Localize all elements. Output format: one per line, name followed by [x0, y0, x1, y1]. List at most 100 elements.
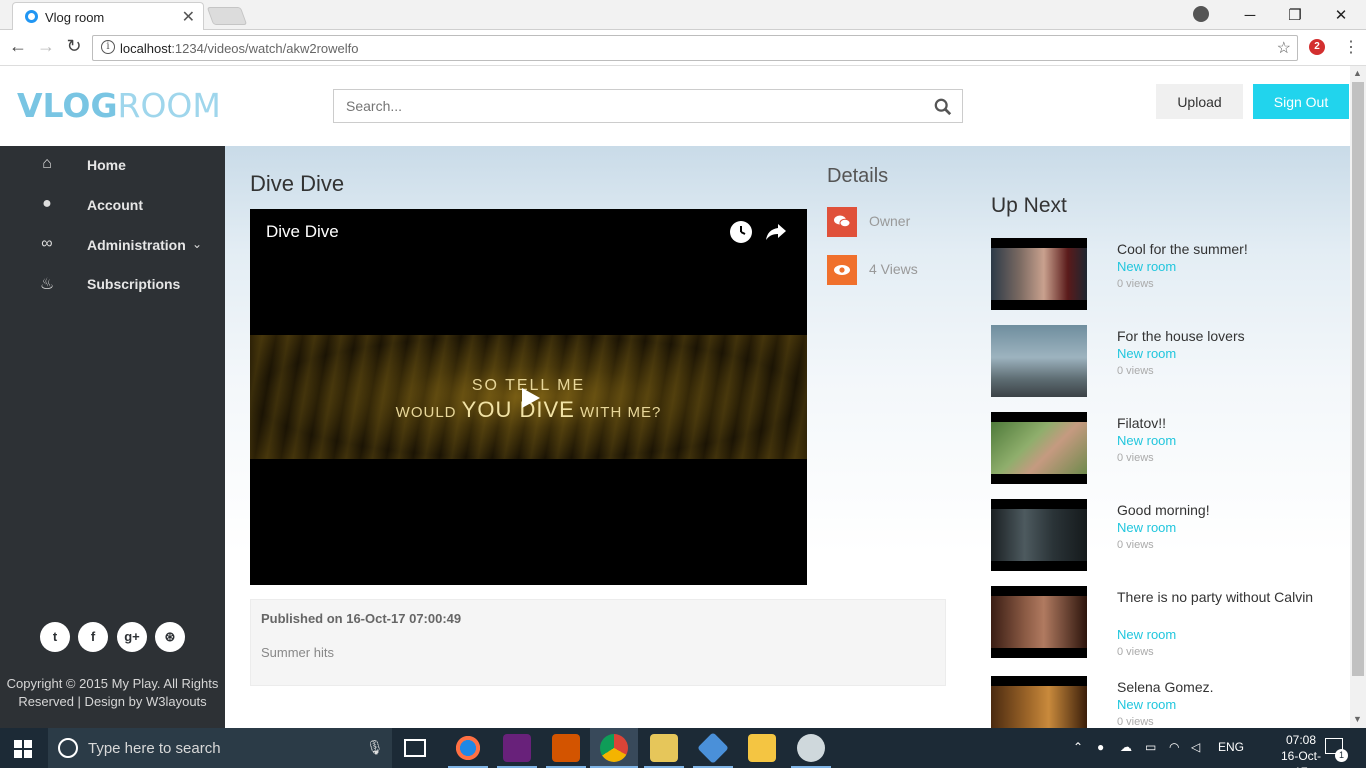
- taskbar-search-placeholder: Type here to search: [88, 740, 221, 757]
- up-next-item[interactable]: Good morning! New room 0 views: [991, 499, 1331, 571]
- sign-out-button[interactable]: Sign Out: [1253, 84, 1349, 119]
- browser-menu-icon[interactable]: ⋮: [1343, 37, 1359, 57]
- up-next-channel[interactable]: New room: [1117, 627, 1176, 642]
- up-next-channel[interactable]: New room: [1117, 346, 1176, 361]
- up-next-heading: Up Next: [991, 194, 1067, 217]
- up-next-title[interactable]: Good morning!: [1117, 500, 1317, 520]
- up-next-title[interactable]: There is no party without Calvin: [1117, 587, 1317, 607]
- search-input[interactable]: [334, 90, 914, 122]
- taskbar-clock[interactable]: 07:08 16-Oct-17: [1276, 732, 1326, 768]
- tab-close-icon[interactable]: ✕: [182, 7, 195, 27]
- tray-app-icon[interactable]: ●: [1097, 740, 1104, 754]
- browser-tab-bar: Vlog room ✕ ─ ❐ ✕: [0, 0, 1366, 30]
- owner-row: Owner: [827, 207, 977, 237]
- up-next-item[interactable]: Filatov!! New room 0 views: [991, 412, 1331, 484]
- browser-tab[interactable]: Vlog room ✕: [12, 2, 204, 30]
- up-next-views: 0 views: [1117, 539, 1154, 551]
- video-thumbnail[interactable]: [991, 499, 1087, 571]
- facebook-icon[interactable]: f: [78, 622, 108, 652]
- scrollbar-thumb[interactable]: [1352, 82, 1364, 676]
- video-thumbnail[interactable]: [991, 412, 1087, 484]
- sidebar-item-label: Home: [87, 157, 126, 173]
- up-next-item[interactable]: Selena Gomez. New room 0 views: [991, 676, 1331, 728]
- taskbar-search[interactable]: Type here to search 🎙: [48, 728, 392, 768]
- video-player[interactable]: Dive Dive SO TELL ME WOULD YOU DIVE WITH…: [250, 209, 807, 585]
- sidebar: ⌂ Home ● Account ∞ Administration ⌄ ♨ Su…: [0, 146, 225, 728]
- up-next-title[interactable]: For the house lovers: [1117, 326, 1317, 346]
- play-icon[interactable]: [518, 386, 542, 410]
- watch-later-icon[interactable]: [730, 221, 752, 243]
- up-next-title[interactable]: Cool for the summer!: [1117, 239, 1317, 259]
- main-content: Dive Dive Dive Dive SO TELL ME WOULD YOU…: [225, 146, 1350, 728]
- language-indicator[interactable]: ENG: [1218, 740, 1244, 754]
- twitter-icon[interactable]: t: [40, 622, 70, 652]
- profile-icon[interactable]: [1193, 6, 1209, 22]
- new-tab-button[interactable]: [206, 7, 248, 25]
- bookmark-star-icon[interactable]: ☆: [1277, 38, 1291, 58]
- firefox-icon[interactable]: [454, 734, 482, 762]
- up-next-channel[interactable]: New room: [1117, 697, 1176, 712]
- task-view-icon[interactable]: [404, 739, 426, 757]
- player-title[interactable]: Dive Dive: [266, 222, 339, 242]
- scroll-up-arrow-icon[interactable]: ▲: [1353, 68, 1362, 78]
- url-bar[interactable]: i localhost:1234/videos/watch/akw2rowelf…: [92, 35, 1298, 61]
- microphone-icon[interactable]: 🎙: [366, 739, 384, 756]
- video-thumbnail[interactable]: [991, 325, 1087, 397]
- sidebar-item-account[interactable]: ● Account: [0, 191, 225, 221]
- up-next-title[interactable]: Selena Gomez.: [1117, 677, 1317, 697]
- up-next-item[interactable]: There is no party without Calvin New roo…: [991, 586, 1331, 666]
- video-thumbnail[interactable]: [991, 238, 1087, 310]
- windows-start-icon[interactable]: [14, 740, 32, 758]
- views-row: 4 Views: [827, 255, 977, 285]
- share-icon[interactable]: [764, 221, 788, 243]
- onedrive-icon[interactable]: ☁: [1120, 740, 1132, 754]
- up-next-item[interactable]: For the house lovers New room 0 views: [991, 325, 1331, 397]
- video-thumbnail[interactable]: [991, 586, 1087, 658]
- page-scrollbar[interactable]: ▲ ▼: [1350, 66, 1366, 728]
- url-text[interactable]: localhost:1234/videos/watch/akw2rowelfo: [120, 41, 358, 56]
- upload-button[interactable]: Upload: [1156, 84, 1243, 119]
- extension-icon[interactable]: 2: [1309, 39, 1325, 55]
- search-icon[interactable]: [934, 98, 952, 116]
- up-next-channel[interactable]: New room: [1117, 520, 1176, 535]
- volume-icon[interactable]: ◁: [1191, 740, 1200, 754]
- chrome-icon[interactable]: [600, 734, 628, 762]
- up-next-views: 0 views: [1117, 278, 1154, 290]
- close-window-button[interactable]: ✕: [1318, 0, 1364, 30]
- xamarin-icon[interactable]: [552, 734, 580, 762]
- wifi-icon[interactable]: ◠: [1169, 740, 1179, 754]
- back-arrow-icon[interactable]: ←: [6, 36, 30, 57]
- tab-title: Vlog room: [45, 10, 105, 25]
- forward-arrow-icon[interactable]: →: [34, 36, 58, 57]
- reload-icon[interactable]: ↻: [62, 36, 86, 57]
- clock-date: 16-Oct-17: [1280, 749, 1321, 768]
- sidebar-item-subscriptions[interactable]: ♨ Subscriptions: [0, 270, 225, 300]
- file-manager-icon[interactable]: [650, 734, 678, 762]
- cortana-icon: [58, 738, 78, 758]
- up-next-item[interactable]: Cool for the summer! New room 0 views: [991, 238, 1331, 310]
- battery-icon[interactable]: ▭: [1145, 740, 1156, 754]
- site-logo[interactable]: VLOGROOM: [17, 86, 221, 125]
- paint-icon[interactable]: [797, 734, 825, 762]
- fire-icon: ♨: [39, 276, 55, 293]
- visual-studio-icon[interactable]: [503, 734, 531, 762]
- scroll-down-arrow-icon[interactable]: ▼: [1353, 714, 1362, 724]
- minimize-button[interactable]: ─: [1227, 0, 1273, 30]
- site-info-icon[interactable]: i: [101, 40, 115, 54]
- sidebar-item-home[interactable]: ⌂ Home: [0, 151, 225, 181]
- google-plus-icon[interactable]: g+: [117, 622, 147, 652]
- site-header: VLOGROOM Upload Sign Out: [0, 66, 1350, 146]
- restore-button[interactable]: ❐: [1272, 0, 1318, 30]
- sidebar-item-administration[interactable]: ∞ Administration ⌄: [0, 231, 225, 261]
- owner-label[interactable]: Owner: [869, 213, 910, 229]
- video-thumbnail[interactable]: [991, 676, 1087, 728]
- up-next-channel[interactable]: New room: [1117, 433, 1176, 448]
- git-icon[interactable]: [697, 732, 729, 764]
- up-next-title[interactable]: Filatov!!: [1117, 413, 1317, 433]
- file-explorer-icon[interactable]: [748, 734, 776, 762]
- dribbble-icon[interactable]: ⊛: [155, 622, 185, 652]
- tray-overflow-icon[interactable]: ⌃: [1073, 740, 1083, 754]
- windows-taskbar: Type here to search 🎙 ⌃ ● ☁ ▭ ◠ ◁ ENG 07…: [0, 728, 1366, 768]
- sidebar-item-label: Administration: [87, 237, 186, 253]
- up-next-channel[interactable]: New room: [1117, 259, 1176, 274]
